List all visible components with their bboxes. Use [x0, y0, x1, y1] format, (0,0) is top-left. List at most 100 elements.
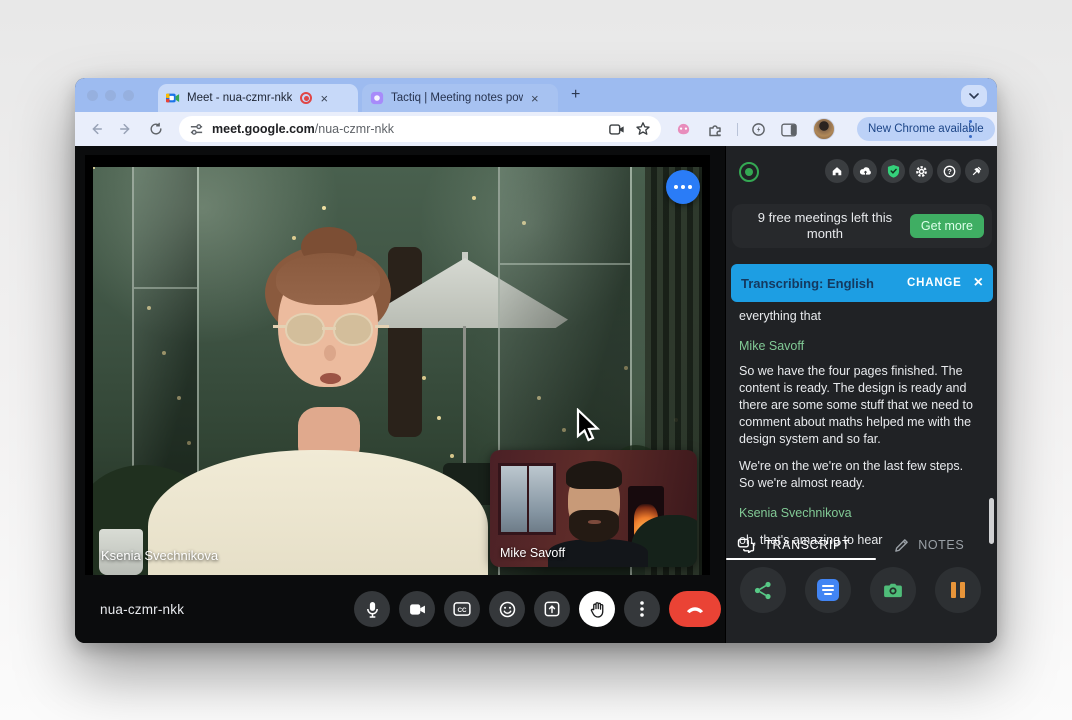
pin-button[interactable] [965, 159, 989, 183]
share-button[interactable] [740, 567, 786, 613]
record-target-icon [739, 162, 759, 182]
tab-meet[interactable]: Meet - nua-czmr-nkk × [158, 84, 358, 112]
captions-icon: CC [453, 602, 471, 616]
tactiq-favicon-icon [370, 91, 384, 105]
forward-arrow-icon [119, 122, 133, 136]
close-tab-icon[interactable]: × [320, 92, 328, 105]
site-settings-icon[interactable] [189, 122, 204, 137]
screenshot-camera-icon [883, 582, 903, 598]
captions-button[interactable]: CC [444, 591, 480, 627]
screenshot-button[interactable] [870, 567, 916, 613]
camera-button[interactable] [399, 591, 435, 627]
bookmark-star-icon[interactable] [635, 121, 651, 137]
tab-title: Meet - nua-czmr-nkk [187, 92, 292, 104]
raise-hand-icon [590, 601, 605, 618]
pause-icon [951, 582, 965, 598]
reactions-button[interactable] [489, 591, 525, 627]
tab-notes[interactable]: NOTES [862, 530, 998, 560]
tab-title: Tactiq | Meeting notes powe [391, 92, 523, 104]
settings-gear-icon [915, 165, 928, 178]
transcript-scrollbar[interactable] [989, 498, 994, 544]
more-options-icon [640, 601, 644, 617]
tab-notes-label: NOTES [918, 538, 964, 552]
tab-camera-icon[interactable] [609, 123, 625, 136]
extensions-puzzle-icon[interactable] [706, 121, 723, 138]
home-button[interactable] [825, 159, 849, 183]
side-panel-icon[interactable] [780, 121, 797, 138]
url-host: meet.google.com [212, 122, 315, 136]
microphone-button[interactable] [354, 591, 390, 627]
browser-toolbar: meet.google.com/nua-czmr-nkk New Chrome … [75, 112, 997, 146]
privacy-shield-button[interactable] [881, 159, 905, 183]
transcribing-label: Transcribing: English [741, 276, 907, 291]
main-video-tile: Ksenia Svechnikova Mike Savoff [85, 155, 710, 575]
update-chrome-button[interactable]: New Chrome available [857, 117, 995, 141]
meet-favicon-icon [166, 91, 180, 105]
meeting-code: nua-czmr-nkk [100, 602, 184, 617]
help-icon: ? [943, 165, 956, 178]
tactiq-sidebar: ? 9 free meetings left this month Get mo… [725, 146, 997, 643]
tab-search-button[interactable] [961, 85, 987, 107]
glasses-left-lens [285, 313, 325, 346]
docs-icon [817, 579, 839, 601]
transcript-list: everything that Mike Savoff So we have t… [739, 308, 979, 549]
toolbar-divider [737, 123, 738, 136]
traffic-lights [87, 90, 134, 101]
cloud-icon [859, 166, 872, 176]
present-button[interactable] [534, 591, 570, 627]
more-options-button[interactable] [624, 591, 660, 627]
end-call-button[interactable] [669, 591, 721, 627]
transcript-speaker: Mike Savoff [739, 338, 979, 355]
change-language-button[interactable]: CHANGE [907, 277, 962, 289]
meet-page: Ksenia Svechnikova Mike Savoff nua-czmr-… [75, 146, 997, 643]
back-button[interactable] [85, 118, 107, 140]
svg-text:?: ? [947, 167, 952, 176]
extension-icon[interactable] [750, 121, 767, 138]
chat-bubbles-icon [737, 538, 755, 553]
pip-window [498, 463, 556, 535]
svg-text:CC: CC [457, 607, 467, 614]
address-bar[interactable]: meet.google.com/nua-czmr-nkk [179, 116, 661, 142]
meet-control-bar: nua-czmr-nkk [75, 575, 725, 643]
zoom-window-icon[interactable] [123, 90, 134, 101]
tactiq-extension-icon[interactable] [675, 121, 692, 138]
close-banner-icon[interactable]: × [974, 275, 983, 291]
chevron-down-icon [969, 93, 979, 99]
minimize-window-icon[interactable] [105, 90, 116, 101]
forward-button[interactable] [115, 118, 137, 140]
recording-indicator-icon [300, 92, 312, 104]
end-call-icon [685, 605, 705, 614]
usage-banner: 9 free meetings left this month Get more [732, 204, 992, 248]
tab-transcript[interactable]: TRANSCRIPT [726, 530, 862, 560]
close-window-icon[interactable] [87, 90, 98, 101]
transcript-speaker: Ksenia Svechnikova [739, 505, 979, 522]
sidebar-actions [740, 567, 981, 613]
profile-avatar[interactable] [813, 118, 835, 140]
raise-hand-button[interactable] [579, 591, 615, 627]
close-tab-icon[interactable]: × [531, 92, 539, 105]
transcript-text: everything that [739, 308, 979, 325]
tab-tactiq[interactable]: Tactiq | Meeting notes powe × [362, 84, 558, 112]
open-docs-button[interactable] [805, 567, 851, 613]
browser-window: Meet - nua-czmr-nkk × Tactiq | Meeting n… [75, 78, 997, 643]
get-more-button[interactable]: Get more [910, 214, 984, 238]
active-tab-underline [726, 558, 876, 560]
sidebar-tabs: TRANSCRIPT NOTES [726, 530, 997, 560]
tab-strip: Meet - nua-czmr-nkk × Tactiq | Meeting n… [75, 78, 997, 112]
pip-video-tile[interactable]: Mike Savoff [490, 450, 697, 567]
new-tab-button[interactable]: + [571, 86, 580, 104]
transcript-text: We're on the we're on the last few steps… [739, 458, 979, 492]
transcribing-banner: Transcribing: English CHANGE × [731, 264, 993, 302]
share-icon [754, 581, 772, 600]
back-arrow-icon [89, 122, 103, 136]
browser-menu-icon[interactable] [969, 120, 973, 138]
url-text: meet.google.com/nua-czmr-nkk [212, 122, 394, 136]
shield-check-icon [887, 164, 900, 178]
help-button[interactable]: ? [937, 159, 961, 183]
reload-button[interactable] [145, 118, 167, 140]
cloud-button[interactable] [853, 159, 877, 183]
string-lights [93, 167, 95, 169]
pause-recording-button[interactable] [935, 567, 981, 613]
settings-button[interactable] [909, 159, 933, 183]
floating-chat-bubble-icon[interactable] [666, 170, 700, 204]
